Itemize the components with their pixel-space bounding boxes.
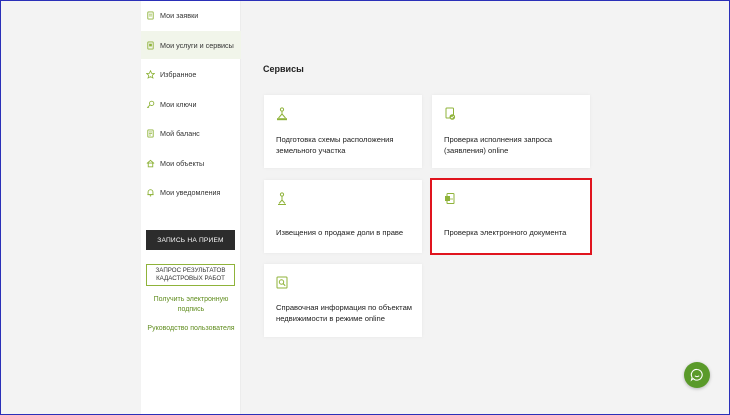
- chat-icon: [690, 368, 704, 382]
- service-card-text: Извещения о продаже доли в праве: [276, 228, 404, 237]
- service-card-text: Проверка электронного документа: [444, 228, 567, 237]
- chat-button[interactable]: [684, 362, 710, 388]
- sidebar-item-my-requests[interactable]: Мои заявки: [141, 1, 241, 29]
- user-guide-link[interactable]: Руководство пользователя: [141, 324, 241, 334]
- sidebar-item-my-notifications[interactable]: Мои уведомления: [141, 178, 241, 206]
- service-card-electronic-document-check[interactable]: Проверка электронного документа: [430, 178, 592, 255]
- sidebar-item-label: Мои ключи: [160, 99, 197, 109]
- page-title: Сервисы: [263, 64, 304, 74]
- service-card-text: Справочная информация по объектам недвиж…: [276, 303, 413, 323]
- sidebar-item-my-keys[interactable]: Мои ключи: [141, 90, 241, 118]
- info-search-icon: [276, 276, 288, 290]
- get-signature-link[interactable]: Получить электронную подпись: [141, 295, 241, 315]
- service-card-text: Проверка исполнения запроса (заявления) …: [444, 135, 553, 155]
- sidebar-item-label: Избранное: [160, 69, 197, 79]
- sidebar-item-label: Мои заявки: [160, 10, 199, 20]
- service-card-realty-info[interactable]: Справочная информация по объектам недвиж…: [264, 264, 422, 337]
- services-icon: [146, 40, 155, 50]
- sidebar-item-my-objects[interactable]: Мои объекты: [141, 149, 241, 177]
- sidebar-item-label: Мои объекты: [160, 158, 205, 168]
- document-icon: [146, 10, 155, 20]
- balance-icon: [146, 128, 155, 138]
- house-icon: [146, 159, 155, 168]
- surveyor-icon: [276, 107, 288, 121]
- sidebar-item-label: Мой баланс: [160, 128, 200, 138]
- service-card-text: Подготовка схемы расположения земельного…: [276, 135, 394, 155]
- appointment-button[interactable]: ЗАПИСЬ НА ПРИЕМ: [146, 230, 235, 250]
- service-card-request-check[interactable]: Проверка исполнения запроса (заявления) …: [432, 95, 590, 168]
- sidebar-item-favorites[interactable]: Избранное: [141, 60, 241, 88]
- service-card-share-sale-notice[interactable]: Извещения о продаже доли в праве: [264, 180, 422, 253]
- sidebar-item-my-balance[interactable]: Мой баланс: [141, 119, 241, 147]
- bell-icon: [146, 188, 155, 197]
- sidebar-item-label: Мои уведомления: [160, 187, 221, 197]
- cadastral-results-button[interactable]: ЗАПРОС РЕЗУЛЬТАТОВ КАДАСТРОВЫХ РАБОТ: [146, 264, 235, 286]
- sidebar: Мои заявки Мои услуги и сервисы Избранно…: [141, 1, 241, 414]
- electronic-document-icon: [444, 192, 456, 206]
- key-icon: [146, 100, 155, 109]
- sidebar-item-label: Мои услуги и сервисы: [160, 40, 234, 50]
- star-icon: [146, 69, 155, 79]
- service-card-land-scheme[interactable]: Подготовка схемы расположения земельного…: [264, 95, 422, 168]
- notice-icon: [276, 192, 288, 206]
- app-frame: Мои заявки Мои услуги и сервисы Избранно…: [0, 0, 730, 415]
- check-document-icon: [444, 107, 456, 121]
- sidebar-item-my-services[interactable]: Мои услуги и сервисы: [141, 31, 241, 59]
